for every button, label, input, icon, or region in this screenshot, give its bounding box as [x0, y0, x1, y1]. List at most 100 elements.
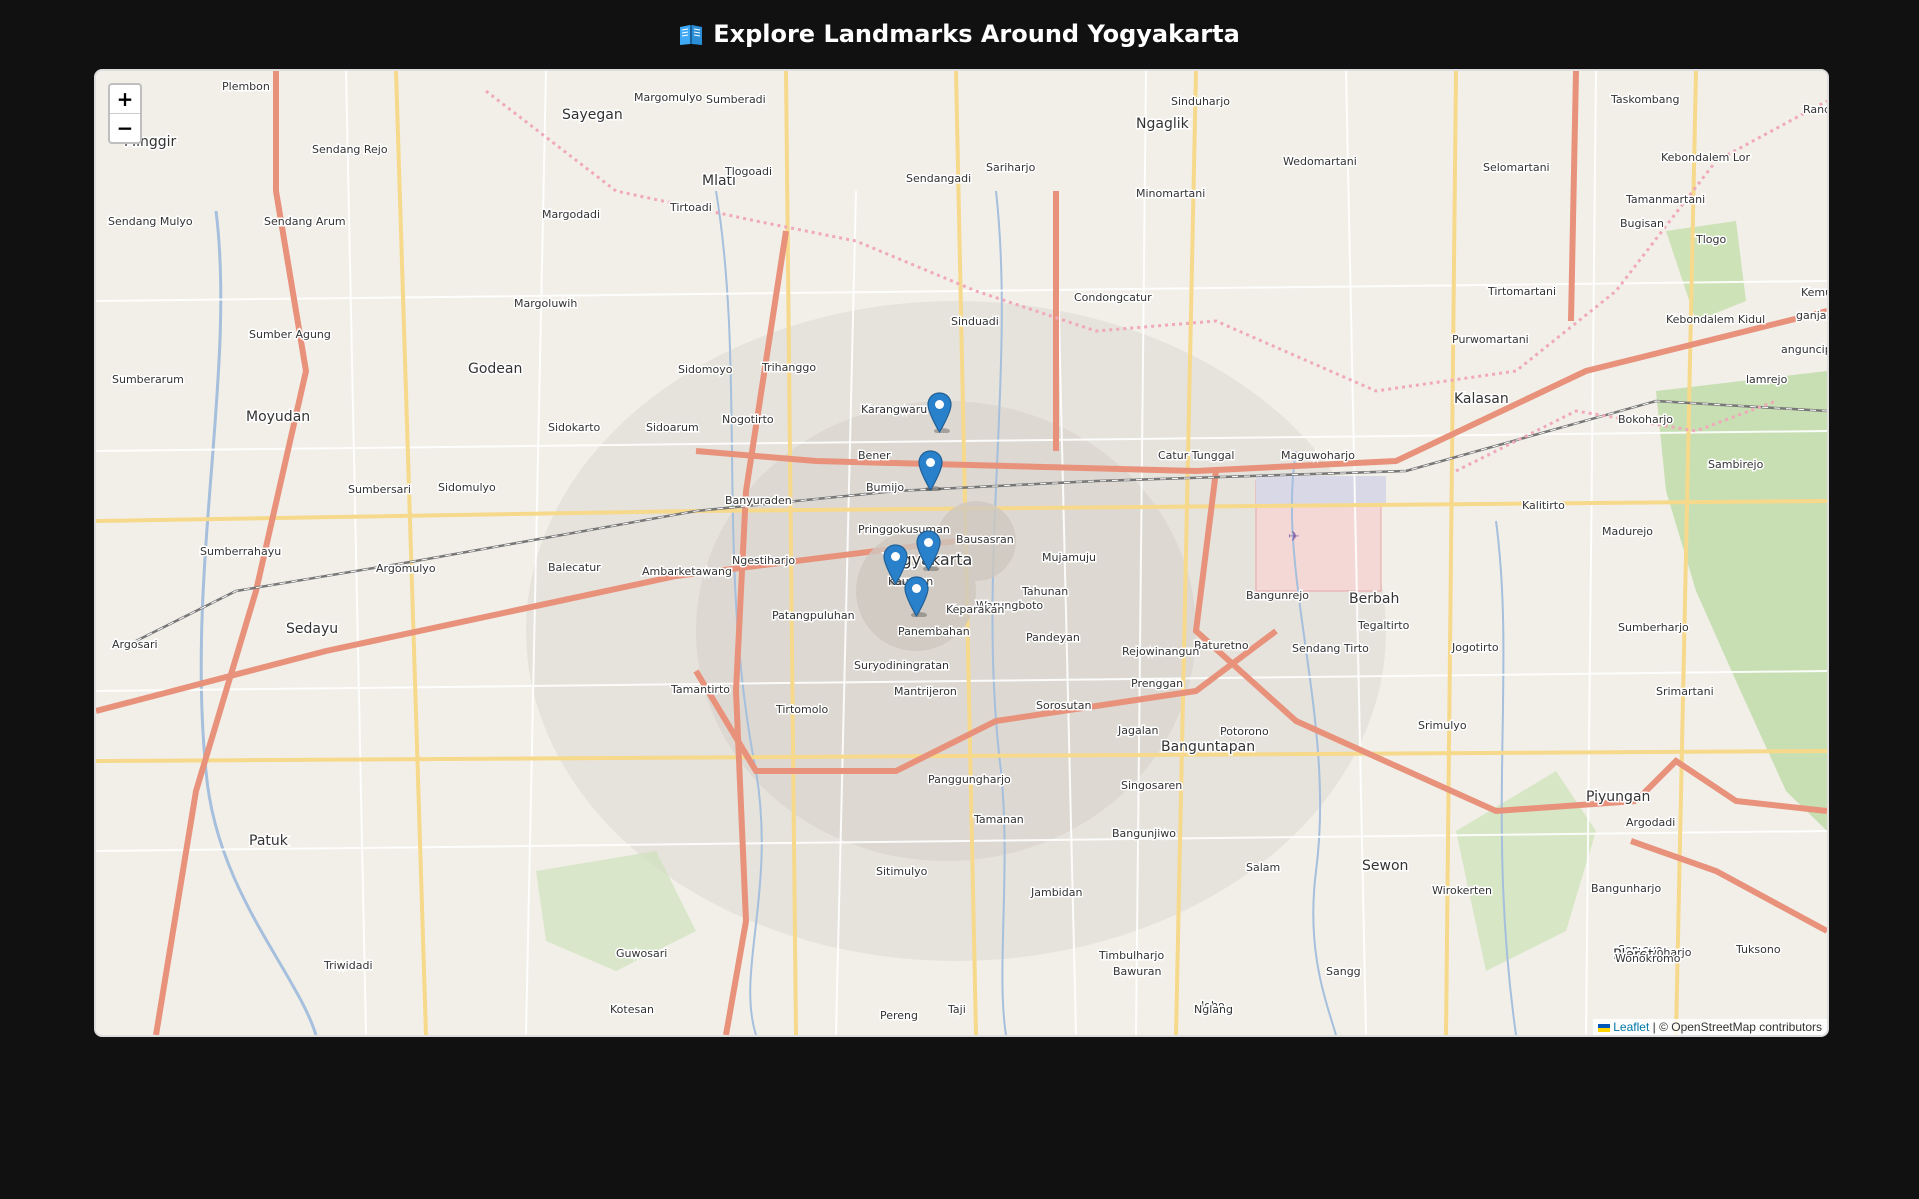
place-label: Tahunan: [1021, 585, 1068, 598]
place-label: Timbulharjo: [1098, 949, 1164, 962]
place-label: Sumbersari: [348, 483, 411, 496]
place-label: Minomartani: [1136, 187, 1205, 200]
place-label: Tamanmartani: [1625, 193, 1705, 206]
zoom-control: + −: [108, 83, 142, 144]
place-label: Sangg: [1326, 965, 1361, 978]
place-label: Tuksono: [1735, 943, 1781, 956]
place-label: Bener: [858, 449, 891, 462]
place-label: Mujamuju: [1042, 551, 1096, 564]
place-label: Argomulyo: [376, 562, 436, 575]
place-label: Tirtomolo: [775, 703, 829, 716]
place-label: Prenggan: [1131, 677, 1183, 690]
place-label: Patangpuluhan: [772, 609, 855, 622]
place-label: Sumber Agung: [249, 328, 331, 341]
place-label: Sendang Mulyo: [108, 215, 193, 228]
place-label: Sendang Rejo: [312, 143, 388, 156]
place-label: Margoluwih: [514, 297, 577, 310]
page-title-text: Explore Landmarks Around Yogyakarta: [713, 20, 1240, 48]
place-label: Banguntapan: [1161, 739, 1255, 755]
place-label: Triwidadi: [323, 959, 373, 972]
ukraine-flag-icon: [1598, 1024, 1611, 1032]
place-label: Maguwoharjo: [1281, 449, 1355, 462]
place-label: Kemu: [1801, 286, 1827, 299]
place-label: Bokoharjo: [1618, 413, 1673, 426]
place-label: Sorosutan: [1036, 699, 1091, 712]
place-label: Purwomartani: [1452, 333, 1529, 346]
place-label: Pandeyan: [1026, 631, 1080, 644]
place-label: Condongcatur: [1074, 291, 1152, 304]
place-label: Singosaren: [1121, 779, 1182, 792]
place-label: ganjang: [1796, 309, 1827, 322]
map-pin-icon: [918, 450, 943, 492]
place-label: Margodadi: [542, 208, 600, 221]
place-label: Sidoarum: [646, 421, 699, 434]
place-label: Sendang Arum: [264, 215, 346, 228]
place-label: Tirtomartani: [1487, 285, 1556, 298]
place-label: Margomulyo: [634, 91, 703, 104]
place-label: Karangwaru: [861, 403, 927, 416]
place-label: Kalasan: [1454, 391, 1509, 407]
place-label: Ambarketawang: [642, 565, 732, 578]
place-label: Catur Tunggal: [1158, 449, 1234, 462]
place-label: lamrejo: [1746, 373, 1788, 386]
place-label: Taji: [947, 1003, 966, 1016]
place-label: Sidokarto: [548, 421, 601, 434]
place-label: Bangunrejo: [1246, 589, 1309, 602]
place-label: Sendang Tirto: [1292, 642, 1369, 655]
map-pin-icon: [927, 392, 952, 434]
place-label: Jagalan: [1117, 724, 1159, 737]
svg-text:✈: ✈: [1288, 529, 1300, 545]
place-label: Sumberharjo: [1618, 621, 1689, 634]
place-label: Tlogo: [1695, 233, 1726, 246]
place-label: Sitimulyo: [876, 865, 928, 878]
place-label: Selomartani: [1483, 161, 1550, 174]
place-label: Sariharjo: [986, 161, 1036, 174]
place-label: Argodadi: [1626, 816, 1675, 829]
place-label: Sambirejo: [1708, 458, 1764, 471]
landmark-marker[interactable]: [916, 530, 941, 572]
place-label: Rejowinangun: [1122, 645, 1199, 658]
place-label: Salam: [1246, 861, 1280, 874]
map-tiles[interactable]: ✈ Plembon Margomulyo Sumberadi Sinduharjo Ta…: [96, 71, 1827, 1035]
place-label: Balecatur: [548, 561, 601, 574]
zoom-in-button[interactable]: +: [110, 85, 140, 114]
place-label: Tegaltirto: [1357, 619, 1410, 632]
map-attribution: Leaflet | © OpenStreetMap contributors: [1593, 1019, 1827, 1035]
place-label: Godean: [468, 361, 522, 377]
place-label: Sinduharjo: [1171, 95, 1230, 108]
place-label: Argosari: [112, 638, 158, 651]
place-label: Sumberrahayu: [200, 545, 281, 558]
page-title: Explore Landmarks Around Yogyakarta: [0, 20, 1919, 52]
place-label: Madurejo: [1602, 525, 1653, 538]
place-label: Sedayu: [286, 621, 338, 637]
place-label: Sewon: [1362, 858, 1408, 874]
place-label: Taskombang: [1610, 93, 1679, 106]
place-label: Banyuraden: [725, 494, 792, 507]
place-label: Bangunharjo: [1591, 882, 1661, 895]
place-label: Pereng: [880, 1009, 918, 1022]
place-label: Wirokerten: [1432, 884, 1492, 897]
place-label: Kebondalem Kidul: [1666, 313, 1765, 326]
map-container[interactable]: ✈ Plembon Margomulyo Sumberadi Sinduharjo Ta…: [94, 69, 1829, 1037]
leaflet-link[interactable]: Leaflet: [1613, 1020, 1649, 1034]
landmark-marker[interactable]: [927, 392, 952, 434]
place-label: Suryodiningratan: [854, 659, 949, 672]
place-label: Tamantirto: [670, 683, 730, 696]
place-label: Trihanggo: [761, 361, 816, 374]
landmark-marker[interactable]: [904, 576, 929, 618]
place-label: Kotesan: [610, 1003, 654, 1016]
place-label: Sayegan: [562, 107, 623, 123]
place-label: Tamanan: [973, 813, 1024, 826]
attribution-separator: |: [1649, 1020, 1660, 1034]
place-label: Tlogoadi: [724, 165, 772, 178]
place-label: Panembahan: [898, 625, 970, 638]
place-label: Mantrijeron: [894, 685, 957, 698]
place-label: Piyungan: [1586, 789, 1650, 805]
zoom-out-button[interactable]: −: [110, 114, 140, 142]
landmark-marker[interactable]: [918, 450, 943, 492]
place-label: Ngestiharjo: [732, 554, 795, 567]
place-label: Nogotirto: [722, 413, 774, 426]
place-label: Nglang: [1194, 1003, 1233, 1016]
place-label: Bawuran: [1113, 965, 1162, 978]
place-label: Rand: [1803, 103, 1827, 116]
